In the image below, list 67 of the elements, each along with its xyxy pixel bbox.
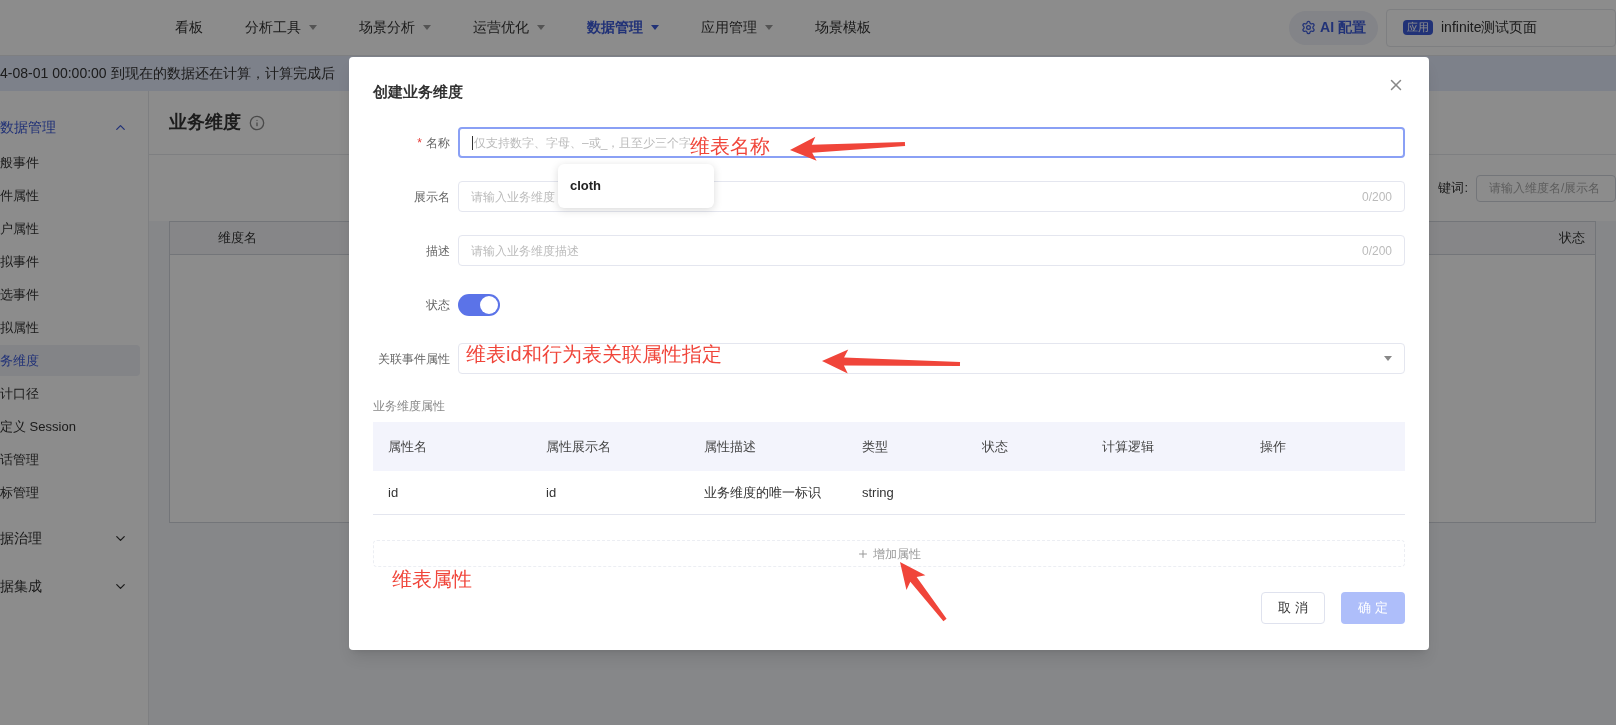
column-header: 属性名 — [388, 437, 428, 456]
gear-icon — [1301, 20, 1317, 35]
column-header: 维度名 — [218, 229, 257, 248]
char-count: 0/200 — [1361, 242, 1392, 260]
suggestion-popover[interactable]: cloth — [558, 164, 714, 208]
sidebar-group[interactable]: 据治理 — [0, 520, 140, 556]
sidebar-item[interactable]: 标管理 — [0, 477, 140, 508]
column-header: 类型 — [862, 437, 889, 456]
sidebar-item[interactable]: 件属性 — [0, 180, 140, 211]
page-title: 业务维度 — [169, 111, 241, 134]
status-switch[interactable] — [458, 293, 500, 316]
required-mark: * — [417, 134, 422, 152]
column-header: 状态 — [1559, 229, 1585, 248]
column-header: 属性展示名 — [546, 437, 612, 456]
nav-tab[interactable]: 运营优化 — [473, 17, 545, 38]
sidebar-item[interactable]: 务维度 — [0, 345, 140, 376]
char-count: 0/200 — [1361, 188, 1392, 206]
table-cell: string — [862, 484, 894, 500]
sidebar-item[interactable]: 计口径 — [0, 378, 140, 409]
sidebar-item[interactable]: 定义 Session — [0, 411, 140, 442]
sidebar-group[interactable]: 据集成 — [0, 568, 140, 604]
caret-icon — [423, 25, 431, 30]
caret-icon — [651, 25, 659, 30]
annotation-text: 维表属性 — [392, 567, 472, 592]
annotation-text: 维表名称 — [690, 134, 770, 159]
info-icon — [249, 114, 265, 131]
section-title: 业务维度属性 — [373, 398, 446, 415]
column-header: 属性描述 — [704, 437, 757, 456]
caret-icon — [537, 25, 545, 30]
sidebar-item[interactable]: 户属性 — [0, 213, 140, 244]
column-header: 计算逻辑 — [1102, 437, 1155, 456]
sidebar-item[interactable]: 选事件 — [0, 279, 140, 310]
select-field[interactable] — [458, 343, 1405, 374]
field-label: 状态 — [426, 296, 450, 314]
annotation-arrow — [900, 562, 947, 622]
nav-tab[interactable]: 分析工具 — [245, 17, 317, 38]
ai-config-button[interactable]: AI 配置 — [1289, 10, 1378, 45]
nav-tab[interactable]: 应用管理 — [701, 17, 773, 38]
nav-tab[interactable]: 场景模板 — [815, 17, 871, 38]
sidebar-item[interactable]: 般事件 — [0, 147, 140, 178]
column-header: 操作 — [1260, 437, 1286, 456]
app-selector[interactable]: 应用 infinite测试页面 — [1386, 8, 1616, 47]
app-name: infinite测试页面 — [1441, 18, 1538, 37]
search-label: 键词: — [1438, 179, 1468, 198]
table-cell: 业务维度的唯一标识 — [704, 484, 821, 500]
field-label: 名称 — [426, 134, 450, 152]
nav-tab[interactable]: 数据管理 — [587, 17, 659, 38]
field-label: 描述 — [426, 242, 450, 260]
caret-icon — [765, 25, 773, 30]
nav-tab[interactable]: 看板 — [175, 17, 203, 38]
app-badge: 应用 — [1403, 20, 1433, 35]
field-label: 关联事件属性 — [378, 350, 450, 368]
add-attribute-button[interactable]: 增加属性 — [373, 540, 1405, 567]
caret-icon — [309, 25, 317, 30]
plus-icon — [857, 547, 869, 560]
caret-icon — [1384, 356, 1392, 361]
table-cell: id — [388, 484, 399, 500]
table-cell: id — [546, 484, 557, 500]
sidebar-group[interactable]: 数据管理 — [0, 109, 140, 145]
nav-tab[interactable]: 场景分析 — [359, 17, 431, 38]
column-header: 状态 — [982, 437, 1009, 456]
field-label: 展示名 — [414, 188, 450, 206]
sidebar-item[interactable]: 拟事件 — [0, 246, 140, 277]
annotation-text: 维表id和行为表关联属性指定 — [466, 342, 722, 367]
sidebar-item[interactable]: 话管理 — [0, 444, 140, 475]
cancel-button[interactable]: 取 消 — [1261, 592, 1325, 624]
sidebar-item[interactable]: 拟属性 — [0, 312, 140, 343]
